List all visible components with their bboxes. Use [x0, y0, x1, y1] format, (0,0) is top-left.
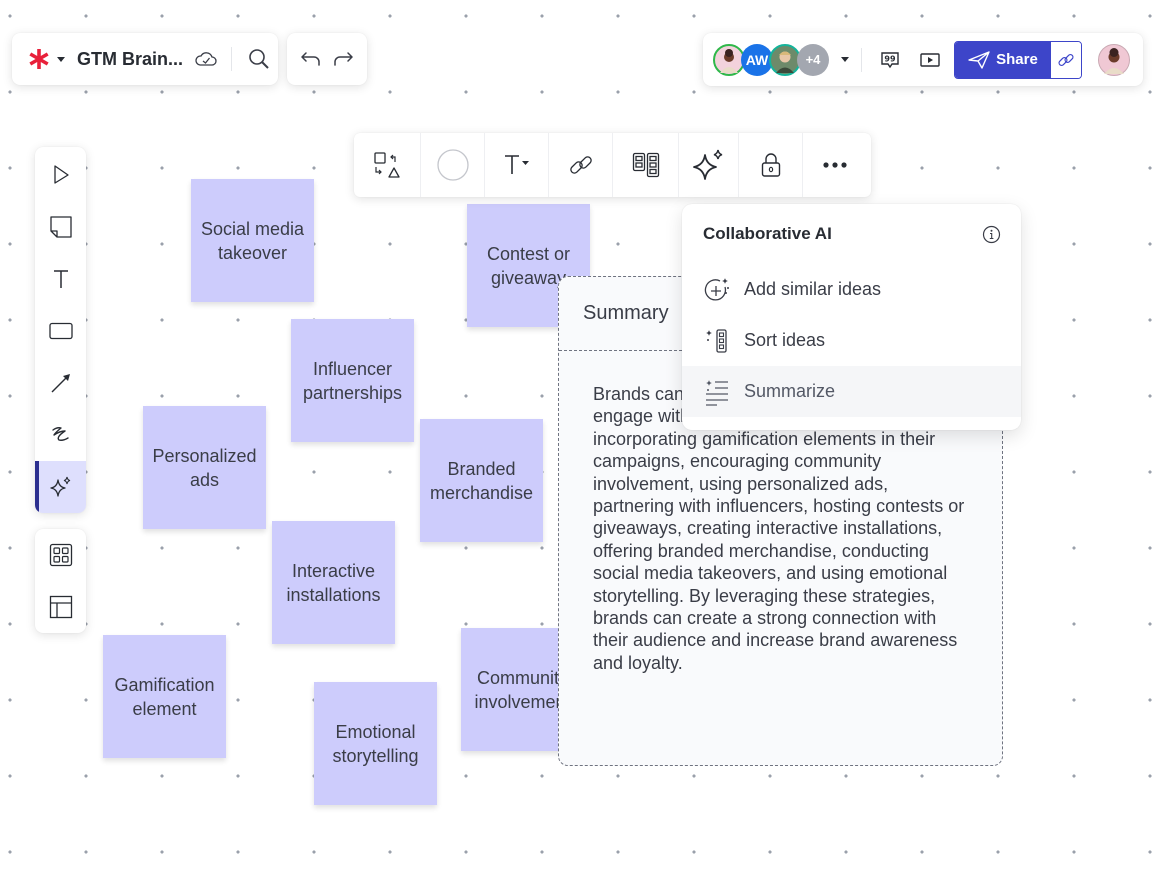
- ai-item-label: Summarize: [744, 381, 836, 401]
- tool-templates[interactable]: [35, 529, 86, 581]
- swap-shape-icon: [374, 152, 400, 178]
- sparkle-icon: [692, 149, 722, 180]
- ai-sort-ideas[interactable]: Sort ideas: [682, 315, 1021, 366]
- search-icon[interactable]: [248, 48, 270, 70]
- info-icon[interactable]: [982, 225, 1001, 244]
- caret-down-icon[interactable]: [841, 57, 849, 62]
- tool-select[interactable]: [35, 149, 86, 201]
- summarize-sparkle-icon: [706, 379, 728, 406]
- link-icon: [569, 156, 592, 174]
- svg-text:99: 99: [884, 54, 896, 63]
- share-controls: Share: [954, 40, 1082, 79]
- context-toolbar: [354, 133, 871, 197]
- fill-color-button[interactable]: [421, 133, 485, 197]
- collaboration-bar: AW +4 99 Share: [703, 33, 1143, 86]
- tool-draw[interactable]: [35, 409, 86, 461]
- ai-item-label: Add similar ideas: [744, 279, 882, 299]
- sparkle-icon: [49, 476, 70, 497]
- pointer-icon: [53, 165, 69, 184]
- text-icon: [53, 270, 68, 288]
- collaborative-ai-menu: Collaborative AI Add similar ideas Sort …: [682, 204, 1021, 430]
- lock-icon: [761, 153, 780, 177]
- comment-icon[interactable]: 99: [880, 50, 900, 70]
- lock-button[interactable]: [739, 133, 803, 197]
- collaborative-ai-button[interactable]: [679, 133, 739, 197]
- present-icon[interactable]: [920, 52, 940, 68]
- link-button[interactable]: [549, 133, 613, 197]
- sticky-note[interactable]: Interactive installations: [272, 521, 395, 644]
- more-button[interactable]: [803, 133, 867, 197]
- share-label: Share: [996, 51, 1038, 68]
- redo-icon[interactable]: [333, 50, 355, 68]
- undo-icon[interactable]: [299, 50, 321, 68]
- divider: [231, 47, 233, 71]
- tool-line[interactable]: [35, 357, 86, 409]
- caret-down-icon[interactable]: [57, 56, 65, 62]
- copy-link-button[interactable]: [1051, 41, 1081, 78]
- document-title[interactable]: GTM Brain...: [77, 49, 183, 70]
- user-avatar[interactable]: [1098, 43, 1130, 76]
- history-controls: [287, 33, 367, 85]
- divider: [861, 47, 862, 72]
- layout-icon: [49, 595, 72, 619]
- color-circle-icon: [436, 149, 469, 181]
- tool-sticky-note[interactable]: [35, 201, 86, 253]
- arrow-icon: [51, 374, 70, 393]
- whiteboard-canvas[interactable]: GTM Brain... AW +4 99 Share Social media…: [0, 0, 1160, 870]
- rectangle-icon: [48, 322, 73, 340]
- tool-ai[interactable]: [35, 461, 86, 513]
- secondary-tool-palette: [35, 529, 86, 633]
- containers-icon: [632, 152, 659, 178]
- sort-sparkle-icon: [706, 328, 727, 353]
- swap-shape-button[interactable]: [354, 133, 421, 197]
- link-icon: [1058, 53, 1074, 66]
- freehand-icon: [51, 427, 69, 441]
- ai-menu-header: Collaborative AI: [682, 204, 1021, 264]
- ai-add-similar-ideas[interactable]: Add similar ideas: [682, 264, 1021, 315]
- document-title-bar: GTM Brain...: [12, 33, 278, 85]
- ai-summarize[interactable]: Summarize: [682, 366, 1021, 417]
- sticky-note-icon: [49, 216, 72, 238]
- tool-palette: [35, 147, 86, 513]
- text-format-button[interactable]: [485, 133, 549, 197]
- more-collaborators-count[interactable]: +4: [797, 43, 829, 76]
- tool-frames[interactable]: [35, 581, 86, 633]
- sticky-note[interactable]: Branded merchandise: [420, 419, 543, 542]
- sticky-note[interactable]: Emotional storytelling: [314, 682, 437, 805]
- tool-shape[interactable]: [35, 305, 86, 357]
- share-button[interactable]: Share: [955, 41, 1051, 78]
- grid-icon: [49, 543, 72, 567]
- send-icon: [968, 50, 990, 69]
- tool-text[interactable]: [35, 253, 86, 305]
- collaborator-avatars[interactable]: AW +4: [713, 43, 829, 76]
- sticky-note[interactable]: Social media takeover: [191, 179, 314, 302]
- more-icon: [823, 162, 847, 168]
- sticky-note[interactable]: Influencer partnerships: [291, 319, 414, 442]
- containers-button[interactable]: [613, 133, 679, 197]
- text-format-icon: [504, 155, 529, 174]
- sticky-note[interactable]: Personalized ads: [143, 406, 266, 529]
- sticky-note[interactable]: Gamification element: [103, 635, 226, 758]
- lucid-logo-icon[interactable]: [28, 48, 50, 70]
- add-sparkle-icon: [704, 277, 729, 301]
- ai-menu-title: Collaborative AI: [703, 224, 832, 243]
- cloud-check-icon[interactable]: [195, 50, 217, 68]
- ai-item-label: Sort ideas: [744, 330, 826, 350]
